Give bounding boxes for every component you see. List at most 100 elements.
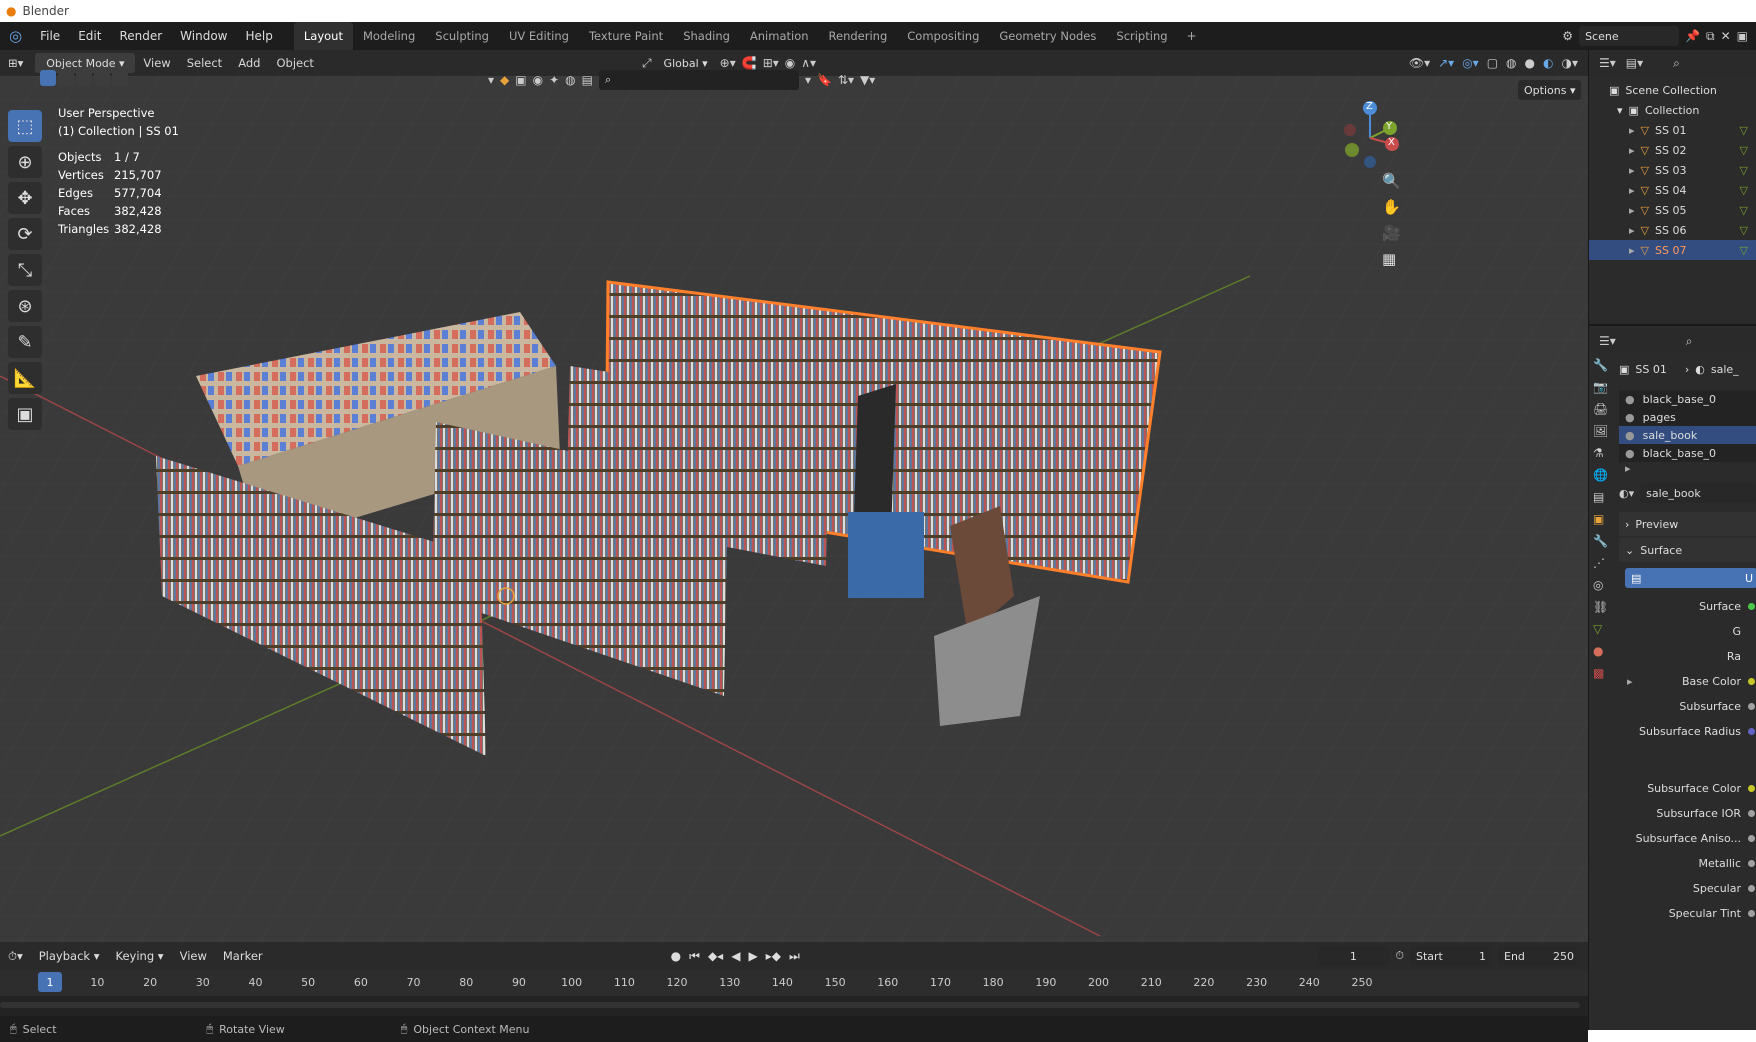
constraints-properties-icon[interactable]: ⛓ (1593, 600, 1615, 614)
shader-input-surface[interactable]: Surface (1619, 594, 1756, 619)
playhead[interactable]: 1 (38, 972, 62, 992)
world-properties-icon[interactable]: 🌐 (1593, 468, 1615, 482)
menu-render[interactable]: Render (110, 22, 171, 50)
tab-geometry-nodes[interactable]: Geometry Nodes (989, 22, 1106, 50)
ortho-grid-icon[interactable]: ▦ (1382, 250, 1401, 268)
outliner-item-ss-04[interactable]: ▸ ▽ SS 04 ▽ (1589, 180, 1756, 200)
keying-menu[interactable]: Keying ▾ (108, 949, 172, 963)
filter-camera-icon[interactable]: ▤ (582, 73, 593, 87)
shader-input-metallic[interactable]: Metallic (1619, 851, 1756, 876)
marker-menu[interactable]: Marker (215, 949, 271, 963)
outliner-item-ss-07[interactable]: ▸ ▽ SS 07 ▽ (1589, 240, 1756, 260)
pivot-icon[interactable]: ⊕▾ (720, 56, 736, 70)
object-properties-icon[interactable]: ▣ (1593, 512, 1615, 526)
expand-arrow-icon[interactable]: ▸ (1629, 184, 1635, 197)
outliner-item-ss-06[interactable]: ▸ ▽ SS 06 ▽ (1589, 220, 1756, 240)
search-options-icon[interactable]: ▾ (805, 73, 811, 87)
timeline-view-menu[interactable]: View (172, 949, 215, 963)
outliner-item-ss-03[interactable]: ▸ ▽ SS 03 ▽ (1589, 160, 1756, 180)
proportional-edit-icon[interactable]: ◉ (785, 56, 795, 70)
3d-viewport[interactable]: User Perspective (1) Collection | SS 01 … (0, 76, 1588, 942)
render-properties-icon[interactable]: 📷 (1593, 380, 1615, 394)
record-icon[interactable]: ● (671, 949, 681, 963)
shader-input-specular-tint[interactable]: Specular Tint (1619, 901, 1756, 926)
current-frame-field[interactable]: 1 (1317, 946, 1390, 966)
socket-icon[interactable] (1748, 703, 1755, 710)
snap-target-icon[interactable]: ⊞▾ (763, 56, 779, 70)
mesh-data-icon[interactable]: ▽ (1740, 124, 1748, 137)
add-cube-tool-icon[interactable]: ▣ (8, 398, 42, 430)
tab-animation[interactable]: Animation (740, 22, 819, 50)
transform-orientation-icon[interactable]: ⤢ (642, 56, 652, 71)
falloff-icon[interactable]: ∧▾ (801, 56, 816, 70)
expand-arrow-icon[interactable]: ▸ (1619, 675, 1633, 688)
shading-wireframe-icon[interactable]: ◍ (1506, 56, 1516, 70)
shader-input-subsurface-color[interactable]: Subsurface Color (1619, 776, 1756, 801)
timeline-editor-icon[interactable]: ⏱▾ (0, 949, 31, 964)
material-properties-icon[interactable]: ● (1593, 644, 1615, 658)
collection-properties-icon[interactable]: ▤ (1593, 490, 1615, 504)
surface-panel-header[interactable]: ⌄ Surface (1619, 538, 1756, 562)
move-tool-icon[interactable]: ✥ (8, 182, 42, 214)
shading-solid-icon[interactable]: ● (1525, 56, 1535, 70)
scene-collection-row[interactable]: ▣ Scene Collection (1589, 80, 1756, 100)
transform-tool-icon[interactable]: ⊛ (8, 290, 42, 322)
tab-scripting[interactable]: Scripting (1106, 22, 1177, 50)
shader-input-base-color[interactable]: ▸ Base Color (1619, 669, 1756, 694)
scene-properties-icon[interactable]: ⚗ (1593, 446, 1615, 460)
mesh-data-icon[interactable]: ▽ (1740, 184, 1748, 197)
material-slot[interactable]: ● sale_book (1619, 426, 1756, 444)
camera-view-icon[interactable]: 🎥 (1382, 224, 1401, 242)
add-workspace-button[interactable]: + (1178, 22, 1206, 50)
tab-layout[interactable]: Layout (293, 22, 353, 50)
navigation-gizmo[interactable]: Z Y X (1340, 100, 1400, 170)
expand-arrow-icon[interactable]: ▸ (1629, 204, 1635, 217)
shading-material-icon[interactable]: ◐ (1543, 56, 1553, 70)
shader-input-value[interactable]: Ra (1619, 644, 1756, 669)
select-subtract-icon[interactable] (76, 70, 92, 86)
collapse-arrow-icon[interactable]: ▾ (1617, 104, 1623, 117)
shader-input-subsurface-aniso-[interactable]: Subsurface Aniso... (1619, 826, 1756, 851)
socket-icon[interactable] (1748, 603, 1755, 610)
view-layer-icon[interactable]: ▣ (1737, 29, 1748, 43)
blender-menu-icon[interactable]: ◎ (0, 22, 31, 50)
options-button[interactable]: Options ▾ (1518, 80, 1582, 100)
jump-end-icon[interactable]: ⏭ (789, 949, 800, 964)
view-layer-properties-icon[interactable]: 🖼 (1593, 424, 1615, 438)
cursor-tool-icon[interactable]: ⊕ (8, 146, 42, 178)
tab-modeling[interactable]: Modeling (353, 22, 425, 50)
viewport-search-input[interactable]: ⌕ (598, 70, 799, 90)
shading-rendered-icon[interactable]: ◑▾ (1562, 56, 1579, 70)
pin-icon[interactable]: 📌 (1685, 29, 1700, 43)
socket-icon[interactable] (1748, 678, 1755, 685)
outliner-search-icon[interactable]: ⌕ (1673, 56, 1680, 71)
rotate-tool-icon[interactable]: ⟳ (8, 218, 42, 250)
select-extend-icon[interactable] (58, 70, 74, 86)
viewport-menu-add[interactable]: Add (230, 56, 268, 70)
object-type-icon[interactable]: ◆ (500, 73, 509, 87)
tab-rendering[interactable]: Rendering (819, 22, 898, 50)
filter-dropdown-icon[interactable]: ▾ (488, 73, 494, 87)
expand-arrow-icon[interactable]: ▸ (1629, 124, 1635, 137)
properties-editor-icon[interactable]: ☰▾ (1599, 334, 1616, 348)
frame-ruler[interactable]: 1 10 20 30 40 50 60 70 80 90 100 110 120 130 140 150 160… (0, 970, 1588, 996)
outliner-editor-icon[interactable]: ☰▾ (1599, 56, 1616, 70)
outliner-item-ss-05[interactable]: ▸ ▽ SS 05 ▽ (1589, 200, 1756, 220)
expand-arrow-icon[interactable]: ▸ (1629, 144, 1635, 157)
menu-file[interactable]: File (31, 22, 69, 50)
prev-keyframe-icon[interactable]: ◆◂ (708, 949, 723, 963)
outliner-item-ss-01[interactable]: ▸ ▽ SS 01 ▽ (1589, 120, 1756, 140)
zoom-icon[interactable]: 🔍 (1382, 172, 1401, 190)
material-slot[interactable]: ● pages (1619, 408, 1756, 426)
shader-input-value[interactable]: G (1619, 619, 1756, 644)
scene-selector[interactable]: Scene (1579, 26, 1680, 46)
end-frame-field[interactable]: End 250 (1498, 946, 1580, 966)
filter-world-icon[interactable]: ◍ (565, 73, 575, 87)
shader-input-subsurface[interactable]: Subsurface (1619, 694, 1756, 719)
tool-properties-icon[interactable]: 🔧 (1593, 358, 1615, 372)
filter-light-icon[interactable]: ✦ (549, 73, 559, 87)
snap-icon[interactable]: 🧲 (742, 56, 757, 70)
xray-icon[interactable]: ▢ (1487, 56, 1498, 70)
socket-icon[interactable] (1748, 835, 1755, 842)
scale-tool-icon[interactable]: ⤡ (8, 254, 42, 286)
